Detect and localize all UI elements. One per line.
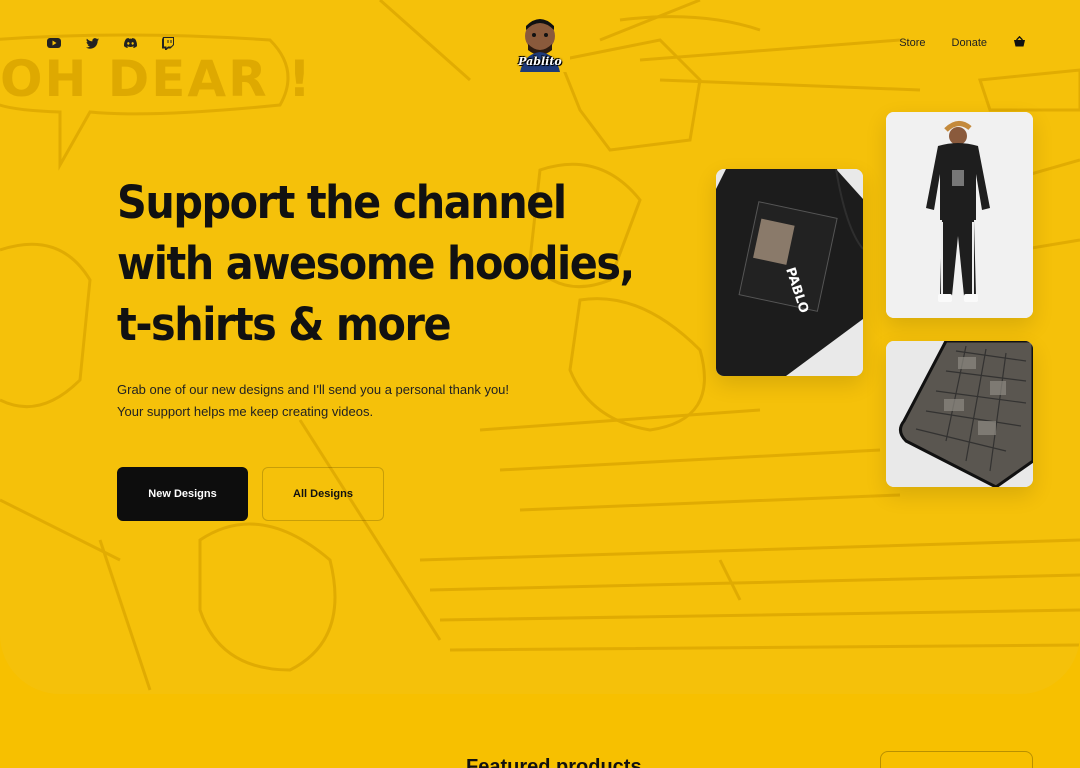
discord-icon[interactable] <box>122 36 138 50</box>
new-designs-button[interactable]: New Designs <box>117 467 248 521</box>
headline-line: Support the channel <box>117 176 567 229</box>
nav-donate-link[interactable]: Donate <box>952 37 987 49</box>
nav-store-link[interactable]: Store <box>899 37 925 49</box>
logo-text: Pablito <box>518 55 562 68</box>
featured-section-title: Featured products <box>466 756 642 768</box>
basket-icon[interactable] <box>1013 35 1026 50</box>
oh-dear-text: OH DEAR ! <box>0 50 313 108</box>
twitch-icon[interactable] <box>160 36 176 50</box>
channel-logo[interactable]: Pablito <box>510 10 570 72</box>
subtext-line: Your support helps me keep creating vide… <box>117 404 374 419</box>
headline-line: t-shirts & more <box>117 298 452 351</box>
social-links <box>46 36 176 50</box>
product-card-hoodie[interactable] <box>886 112 1033 318</box>
twitter-icon[interactable] <box>84 36 100 50</box>
sweatshirt-image: PABLO <box>716 169 863 376</box>
hero-subtext: Grab one of our new designs and I'll sen… <box>117 379 557 423</box>
hero-headline: Support the channel with awesome hoodies… <box>117 172 635 355</box>
all-designs-button[interactable]: All Designs <box>262 467 384 521</box>
youtube-icon[interactable] <box>46 36 62 50</box>
featured-view-all-button[interactable] <box>880 751 1033 768</box>
top-nav: Store Donate <box>899 35 1026 50</box>
product-card-sweatshirt[interactable]: PABLO <box>716 169 863 376</box>
hoodie-model-image <box>886 112 1033 318</box>
desk-mat-image <box>886 341 1033 487</box>
headline-line: with awesome hoodies, <box>117 237 635 290</box>
product-card-deskmat[interactable] <box>886 341 1033 487</box>
subtext-line: Grab one of our new designs and I'll sen… <box>117 382 510 397</box>
